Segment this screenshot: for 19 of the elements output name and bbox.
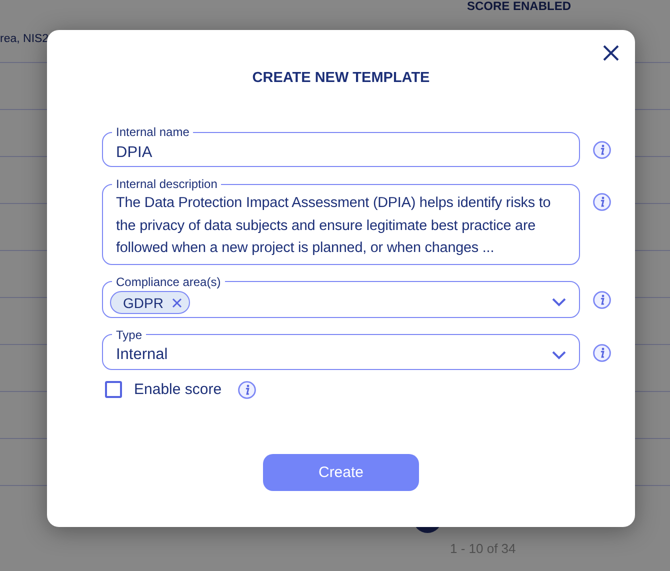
close-icon[interactable] bbox=[603, 45, 619, 61]
table-cell: rea, NIS2 bbox=[0, 33, 49, 45]
chevron-down-icon[interactable] bbox=[552, 298, 566, 307]
text-area[interactable]: Internal description The Data Protection Impact Assessment (DPIA) helps identify risks to the privacy of data subjects and ensure legitimate best practice are followed when a new project is planned, or when changes ... bbox=[102, 177, 580, 264]
multi-select-field[interactable]: Compliance area(s) GDPR bbox=[102, 274, 580, 318]
tag-chip[interactable]: GDPR bbox=[110, 291, 190, 314]
info-icon[interactable] bbox=[593, 344, 611, 362]
select-field[interactable]: Type Internal bbox=[102, 328, 580, 370]
remove-icon[interactable] bbox=[172, 298, 182, 308]
info-icon[interactable] bbox=[593, 193, 611, 211]
column-header: SCORE ENABLED bbox=[467, 0, 572, 13]
info-icon[interactable] bbox=[593, 290, 611, 308]
dialog-title: CREATE NEW TEMPLATE bbox=[251, 70, 431, 86]
info-icon[interactable] bbox=[238, 380, 256, 398]
chevron-down-icon[interactable] bbox=[552, 350, 566, 360]
checkbox-label: Enable score bbox=[134, 381, 222, 398]
info-icon[interactable] bbox=[593, 141, 611, 159]
input-field[interactable]: Internal name DPIA bbox=[102, 125, 580, 167]
checkbox[interactable] bbox=[105, 381, 122, 398]
